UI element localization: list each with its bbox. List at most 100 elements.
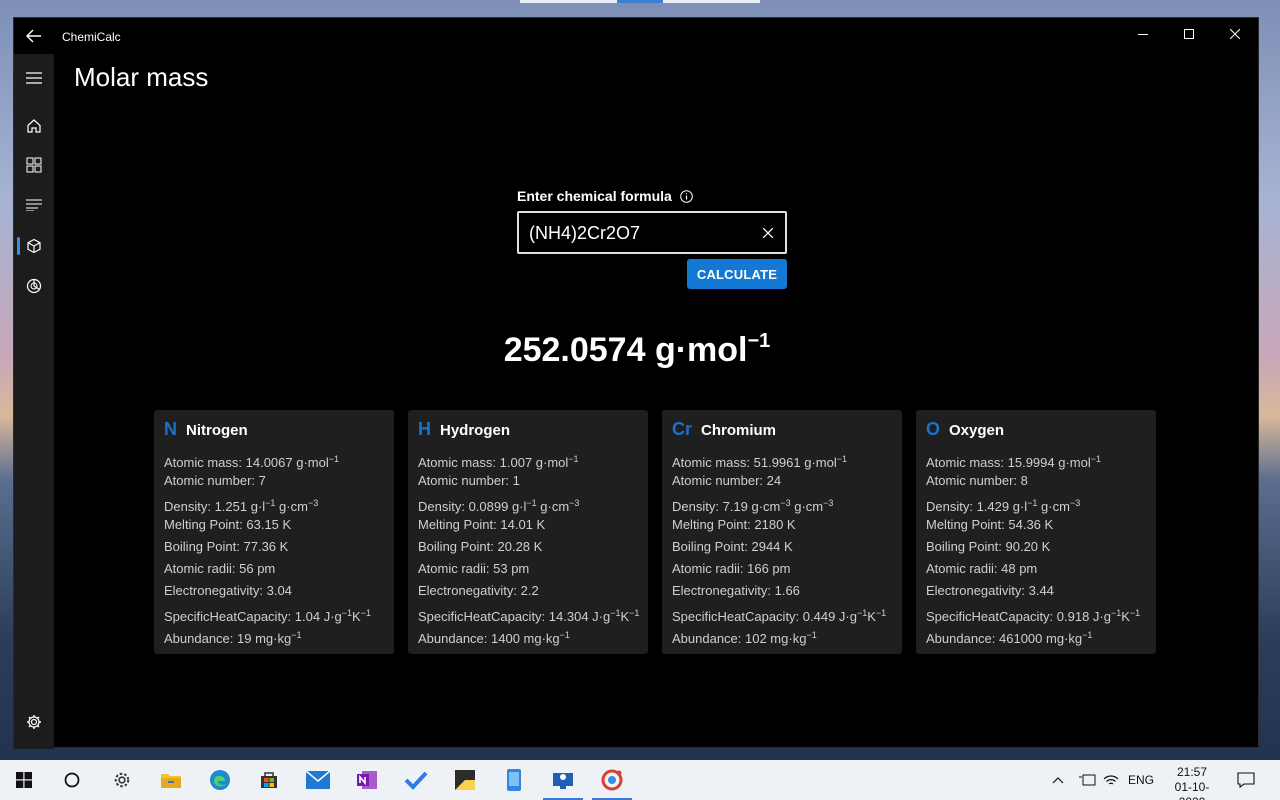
nav-molar-mass-button[interactable] [14, 226, 54, 266]
element-property: Density: 1.251 g·l−1 g·cm−3 [164, 494, 384, 516]
clear-formula-button[interactable] [759, 224, 777, 242]
folder-icon [161, 774, 181, 788]
close-icon [763, 228, 773, 238]
nav-home-button[interactable] [14, 106, 54, 146]
element-property: Density: 7.19 g·cm−3 g·cm−3 [672, 494, 892, 516]
phone-icon [507, 769, 521, 791]
formula-field [517, 211, 787, 254]
element-card-header: N Nitrogen [164, 419, 384, 440]
info-icon[interactable] [680, 189, 693, 203]
gear-icon [114, 772, 130, 788]
element-name: Oxygen [949, 422, 1005, 439]
element-property: Atomic radii: 56 pm [164, 560, 384, 582]
element-card-header: O Oxygen [926, 419, 1146, 440]
element-property: Atomic number: 1 [418, 472, 638, 494]
property-exponent: −3 [1069, 498, 1081, 508]
formula-label: Enter chemical formula [517, 188, 693, 204]
property-exponent: −3 [307, 498, 319, 508]
desktop-top-strip [520, 0, 760, 3]
element-property: Atomic radii: 166 pm [672, 560, 892, 582]
calculate-button[interactable]: CALCULATE [687, 259, 787, 289]
taskbar-settings[interactable] [98, 760, 146, 800]
search-button[interactable] [48, 760, 96, 800]
property-text: Electronegativity: 2.2 [418, 583, 539, 598]
formula-label-text: Enter chemical formula [517, 188, 672, 204]
taskbar-phone[interactable] [490, 760, 538, 800]
property-text: g·cm [536, 499, 570, 514]
element-card-oxygen: O Oxygen Atomic mass: 15.9994 g·mol−1 Atomi… [916, 410, 1156, 654]
arrow-left-icon [26, 29, 41, 43]
app-window: ChemiCalc Molar mass Enter chemical form… [13, 17, 1259, 749]
property-text: SpecificHeatCapacity: 1.04 J·g [164, 609, 342, 624]
property-text: Electronegativity: 1.66 [672, 583, 800, 598]
language-indicator[interactable]: ENG [1128, 773, 1154, 787]
property-text: Electronegativity: 3.44 [926, 583, 1054, 598]
taskbar-chemicalc[interactable] [588, 760, 636, 800]
wifi-icon[interactable] [1102, 773, 1120, 787]
taskbar-remote-app[interactable] [539, 760, 587, 800]
property-text: Abundance: 461000 mg·kg [926, 631, 1083, 646]
property-exponent: −1 [1110, 608, 1122, 618]
taskbar-todo[interactable] [392, 760, 440, 800]
minimize-button[interactable] [1120, 18, 1166, 50]
taskbar-mail[interactable] [294, 760, 342, 800]
element-property: Atomic number: 24 [672, 472, 892, 494]
property-text: Atomic radii: 166 pm [672, 561, 791, 576]
nav-list-button[interactable] [14, 185, 54, 225]
clock[interactable]: 21:57 01-10-2020 [1162, 765, 1222, 800]
mail-icon [306, 771, 330, 789]
property-text: SpecificHeatCapacity: 0.449 J·g [672, 609, 857, 624]
element-card-header: H Hydrogen [418, 419, 638, 440]
property-text: Boiling Point: 77.36 K [164, 539, 289, 554]
nav-menu-button[interactable] [14, 58, 54, 98]
nav-chart-button[interactable] [14, 266, 54, 306]
close-window-button[interactable] [1212, 18, 1258, 50]
element-name: Chromium [701, 422, 777, 439]
nav-periodic-table-button[interactable] [14, 145, 54, 185]
taskbar-file-explorer[interactable] [147, 760, 195, 800]
property-exponent: −1 [526, 498, 537, 508]
element-property: Atomic number: 7 [164, 472, 384, 494]
start-button[interactable] [0, 760, 48, 800]
property-exponent: −1 [341, 608, 353, 618]
element-property: Melting Point: 54.36 K [926, 516, 1146, 538]
sticky-note-icon [455, 770, 475, 790]
gear-icon [27, 715, 41, 729]
property-text: Melting Point: 14.01 K [418, 517, 546, 532]
page-title: Molar mass [74, 62, 209, 92]
maximize-button[interactable] [1166, 18, 1212, 50]
chevron-up-icon[interactable] [1052, 776, 1064, 784]
home-icon [27, 119, 41, 133]
settings-button[interactable] [14, 702, 54, 742]
titlebar: ChemiCalc [14, 18, 1258, 54]
formula-input[interactable] [529, 221, 749, 245]
property-exponent: −1 [875, 608, 887, 618]
property-text: K [867, 609, 876, 624]
property-text: Atomic mass: 15.9994 g·mol [926, 455, 1091, 470]
property-text: Melting Point: 54.36 K [926, 517, 1054, 532]
back-button[interactable] [14, 18, 54, 54]
element-property: Abundance: 19 mg·kg−1 [164, 626, 384, 648]
taskbar-sticky-notes[interactable] [441, 760, 489, 800]
onenote-icon [357, 771, 377, 789]
element-card-nitrogen: N Nitrogen Atomic mass: 14.0067 g·mol−1 Ato… [154, 410, 394, 654]
taskbar-onenote[interactable] [343, 760, 391, 800]
element-property: Abundance: 461000 mg·kg−1 [926, 626, 1146, 648]
property-exponent: −1 [806, 630, 817, 640]
chemicalc-icon [601, 769, 623, 791]
notification-center-button[interactable] [1222, 760, 1270, 800]
taskbar-store[interactable] [245, 760, 293, 800]
property-text: g·cm [1037, 499, 1070, 514]
windows-logo-icon [16, 772, 32, 788]
battery-icon[interactable] [1078, 773, 1096, 787]
hamburger-icon [26, 72, 42, 84]
taskbar-edge[interactable] [196, 760, 244, 800]
close-icon [1230, 29, 1240, 39]
element-card-header: Cr Chromium [672, 419, 892, 440]
notification-icon [1237, 772, 1255, 788]
element-property: SpecificHeatCapacity: 14.304 J·g−1K−1 [418, 604, 639, 626]
property-exponent: −1 [1027, 498, 1038, 508]
property-exponent: −1 [328, 454, 339, 464]
checkmark-icon [404, 771, 428, 790]
element-cards: N Nitrogen Atomic mass: 14.0067 g·mol−1 Ato… [154, 410, 1156, 654]
